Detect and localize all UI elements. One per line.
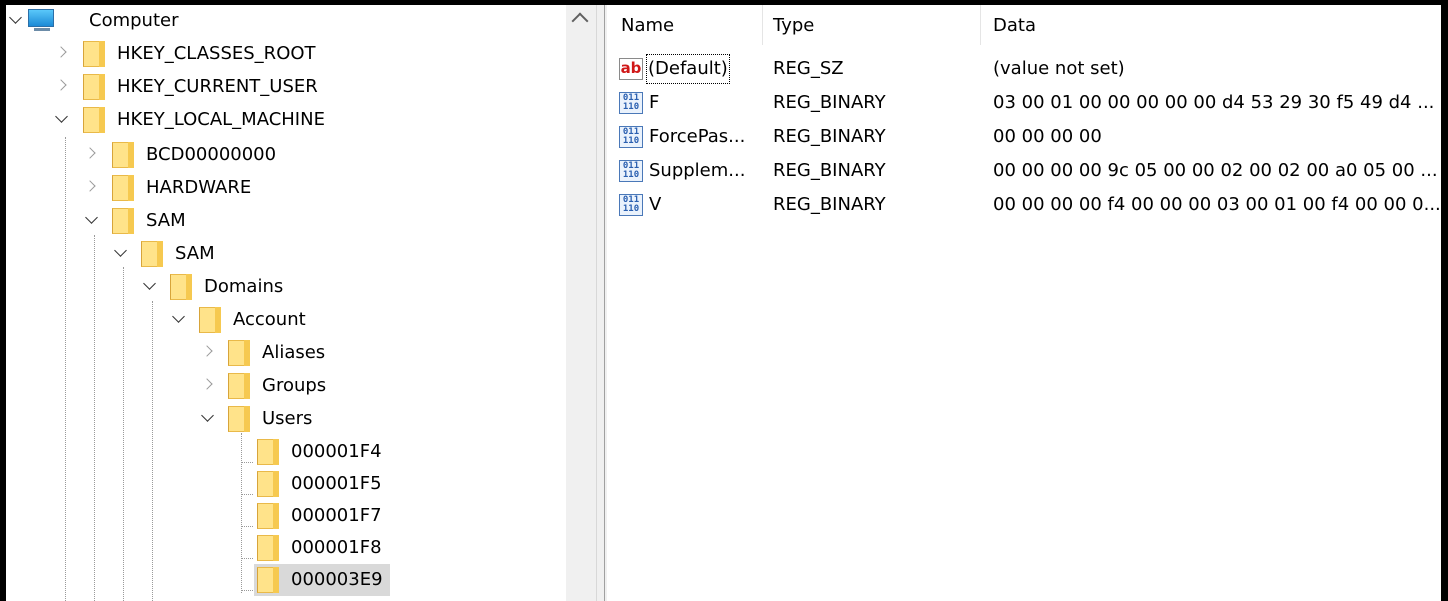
tree-line <box>241 526 253 527</box>
tree-item-label: 000001F8 <box>291 537 382 558</box>
tree-line <box>65 137 66 601</box>
folder-icon <box>112 175 134 201</box>
column-divider[interactable] <box>980 5 981 45</box>
chevron-down-icon[interactable] <box>144 281 156 293</box>
folder-icon <box>170 274 192 300</box>
value-type: REG_SZ <box>773 58 844 79</box>
value-row[interactable]: 011 110 ForcePas... REG_BINARY 00 00 00 0… <box>607 120 1441 154</box>
tree-item-label: Users <box>262 408 313 429</box>
tree-line <box>94 235 95 601</box>
tree-item-label: Groups <box>262 375 327 396</box>
folder-icon <box>257 471 279 497</box>
tree-item-label: HKEY_CLASSES_ROOT <box>117 43 316 64</box>
computer-icon <box>28 9 56 33</box>
tree-item-label: 000001F4 <box>291 441 382 462</box>
value-name: V <box>649 194 662 215</box>
folder-icon <box>257 567 279 593</box>
tree-item-label: BCD00000000 <box>146 144 277 165</box>
folder-icon <box>83 41 105 67</box>
tree-item-label: HARDWARE <box>146 177 252 198</box>
value-row[interactable]: 011 110 F REG_BINARY 03 00 01 00 00 00 00… <box>607 86 1441 120</box>
scroll-up-arrow-icon[interactable] <box>571 12 589 30</box>
value-type: REG_BINARY <box>773 126 886 147</box>
tree-line <box>241 558 253 559</box>
chevron-down-icon[interactable] <box>202 413 214 425</box>
chevron-down-icon[interactable] <box>56 114 68 126</box>
value-name: F <box>649 92 660 113</box>
values-list[interactable]: Name Type Data ab (Default) REG_SZ (valu… <box>607 5 1441 601</box>
value-data: 03 00 01 00 00 00 00 00 d4 53 29 30 f5 4… <box>993 92 1435 113</box>
chevron-right-icon[interactable] <box>203 347 215 359</box>
folder-icon <box>228 340 250 366</box>
binary-value-icon: 011 110 <box>619 194 643 216</box>
chevron-right-icon[interactable] <box>57 81 69 93</box>
binary-value-icon: 011 110 <box>619 160 643 182</box>
chevron-down-icon[interactable] <box>115 248 127 260</box>
folder-icon <box>228 406 250 432</box>
folder-icon <box>257 535 279 561</box>
folder-icon <box>112 208 134 234</box>
chevron-down-icon[interactable] <box>173 314 185 326</box>
folder-icon <box>199 307 221 333</box>
folder-icon <box>112 142 134 168</box>
folder-icon <box>257 439 279 465</box>
tree-item-label: HKEY_CURRENT_USER <box>117 76 318 97</box>
tree-item-label: Computer <box>89 10 179 31</box>
value-name: ForcePas... <box>649 126 746 147</box>
tree-line <box>241 462 253 463</box>
folder-icon <box>83 107 105 133</box>
chevron-right-icon[interactable] <box>57 48 69 60</box>
value-name: (Default) <box>646 54 730 84</box>
value-type: REG_BINARY <box>773 92 886 113</box>
column-divider[interactable] <box>762 5 763 45</box>
chevron-down-icon[interactable] <box>86 215 98 227</box>
chevron-right-icon[interactable] <box>86 182 98 194</box>
value-type: REG_BINARY <box>773 194 886 215</box>
string-value-icon: ab <box>619 58 643 80</box>
tree-line <box>241 590 253 591</box>
tree-line <box>152 301 153 601</box>
chevron-right-icon[interactable] <box>203 380 215 392</box>
column-header-data[interactable]: Data <box>993 15 1036 36</box>
registry-tree[interactable]: Computer HKEY_CLASSES_ROOT HKEY_CURRENT_… <box>6 5 566 601</box>
tree-item-label: SAM <box>175 243 215 264</box>
value-data: 00 00 00 00 <box>993 126 1102 147</box>
tree-item-label: HKEY_LOCAL_MACHINE <box>117 109 325 130</box>
tree-item-label: 000003E9 <box>288 564 386 596</box>
binary-value-icon: 011 110 <box>619 126 643 148</box>
tree-item-label: SAM <box>146 210 186 231</box>
column-header-name[interactable]: Name <box>621 15 674 36</box>
value-row[interactable]: 011 110 Supplem... REG_BINARY 00 00 00 00… <box>607 154 1441 188</box>
tree-line <box>241 494 253 495</box>
value-type: REG_BINARY <box>773 160 886 181</box>
tree-scrollbar[interactable] <box>566 5 596 601</box>
folder-icon <box>257 503 279 529</box>
value-data: (value not set) <box>993 58 1125 79</box>
value-data: 00 00 00 00 9c 05 00 00 02 00 02 00 a0 0… <box>993 160 1438 181</box>
binary-value-icon: 011 110 <box>619 92 643 114</box>
tree-item-label: 000001F5 <box>291 473 382 494</box>
folder-icon <box>83 74 105 100</box>
list-header: Name Type Data <box>607 5 1441 45</box>
chevron-right-icon[interactable] <box>86 149 98 161</box>
value-row[interactable]: ab (Default) REG_SZ (value not set) <box>607 52 1441 86</box>
value-data: 00 00 00 00 f4 00 00 00 03 00 01 00 f4 0… <box>993 194 1441 215</box>
tree-item-label: 000001F7 <box>291 505 382 526</box>
tree-line <box>123 267 124 601</box>
tree-item-label: Aliases <box>262 342 326 363</box>
tree-item-label: Domains <box>204 276 284 297</box>
tree-item-label: Account <box>233 309 306 330</box>
pane-splitter[interactable] <box>596 5 607 601</box>
value-name: Supplem... <box>649 160 746 181</box>
folder-icon <box>141 241 163 267</box>
value-row[interactable]: 011 110 V REG_BINARY 00 00 00 00 f4 00 00… <box>607 188 1441 222</box>
tree-line <box>241 433 242 593</box>
column-header-type[interactable]: Type <box>773 15 814 36</box>
chevron-down-icon[interactable] <box>10 15 22 27</box>
folder-icon <box>228 373 250 399</box>
